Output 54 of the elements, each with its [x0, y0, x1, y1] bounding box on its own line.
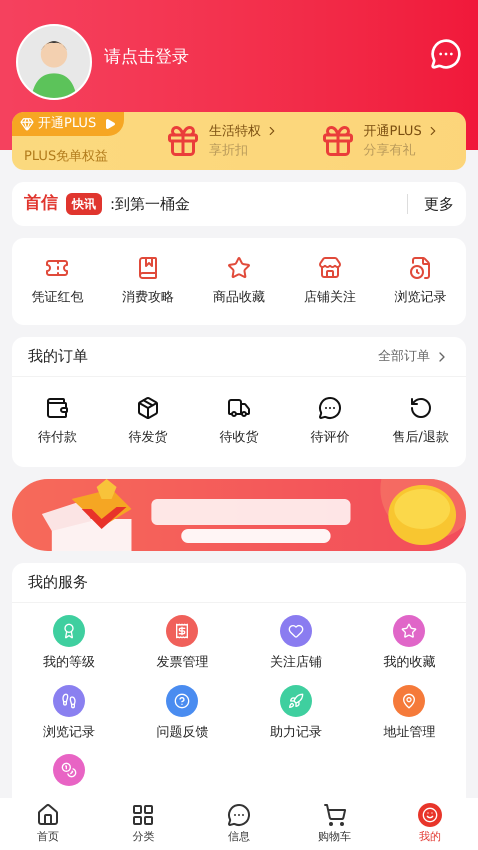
message-icon[interactable] [430, 38, 462, 70]
plus-subtitle: PLUS免单权益 [23, 148, 110, 166]
offer-subtitle: 享折扣 [209, 142, 249, 160]
tab-bar-item[interactable]: 信息 [191, 802, 287, 846]
tab-bar-item[interactable]: 首页 [0, 802, 96, 846]
tab-bar-item[interactable]: 购物车 [286, 802, 382, 846]
news-tag: 快讯 [66, 193, 102, 215]
service-item[interactable]: 我的等级 [12, 615, 126, 672]
tab-bar-item[interactable]: 我的 [382, 802, 478, 846]
smile-icon [418, 802, 442, 827]
service-item[interactable]: 地址管理 [352, 684, 466, 742]
chat-icon [318, 396, 342, 420]
plus-card[interactable]: 开通PLUS PLUS免单权益 生活特权 享折扣 开通PLUS 分享有礼 [12, 112, 466, 170]
news-brand: 首信 [24, 192, 58, 216]
services-title: 我的服务 [28, 572, 88, 594]
shortcut-item[interactable]: 商品收藏 [194, 256, 284, 308]
grid-icon [131, 802, 156, 827]
news-bar[interactable]: 首信 快讯 :到第一桶金 更多 [12, 182, 466, 226]
order-status-item[interactable]: 售后/退款 [375, 396, 466, 448]
order-status-item[interactable]: 待发货 [102, 396, 194, 448]
service-item[interactable]: 关注店铺 [239, 615, 352, 672]
offer-subtitle: 分享有礼 [364, 142, 416, 160]
gift-icon [165, 123, 201, 159]
more-link[interactable]: 更多 [416, 192, 454, 216]
shortcut-item[interactable]: 浏览记录 [375, 256, 466, 308]
store-icon [318, 256, 342, 280]
file-clock-icon [408, 256, 433, 280]
service-item[interactable]: 我的收藏 [352, 615, 466, 672]
star-icon [226, 256, 251, 280]
offer-title[interactable]: 开通PLUS [364, 122, 440, 141]
tab-bar-item[interactable]: 分类 [96, 802, 192, 846]
login-link[interactable]: 请点击登录 [104, 45, 189, 71]
home-icon [36, 802, 60, 827]
shortcut-item[interactable]: 店铺关注 [284, 256, 376, 308]
service-item[interactable]: 助力记录 [239, 684, 352, 742]
wallet-icon [45, 396, 70, 420]
play-icon [104, 118, 116, 130]
orders-title: 我的订单 [28, 346, 88, 368]
order-status-item[interactable]: 待收货 [194, 396, 284, 448]
news-headline[interactable]: :到第一桶金 [110, 192, 399, 216]
service-item[interactable]: 问题反馈 [126, 684, 239, 742]
package-icon [136, 396, 160, 420]
return-icon [408, 396, 433, 420]
chat-icon [226, 802, 251, 827]
gem-icon [20, 116, 34, 131]
offer-title[interactable]: 生活特权 [209, 122, 279, 141]
shortcut-item[interactable]: 凭证红包 [12, 256, 103, 308]
service-item[interactable]: 浏览记录 [12, 684, 126, 742]
service-item[interactable]: 发票管理 [126, 615, 239, 672]
cart-icon [322, 802, 347, 827]
order-status-item[interactable]: 待付款 [12, 396, 103, 448]
shortcut-item[interactable]: 消费攻略 [102, 256, 194, 308]
all-orders-link[interactable]: 全部订单 [378, 346, 450, 366]
order-status-item[interactable]: 待评价 [284, 396, 376, 448]
